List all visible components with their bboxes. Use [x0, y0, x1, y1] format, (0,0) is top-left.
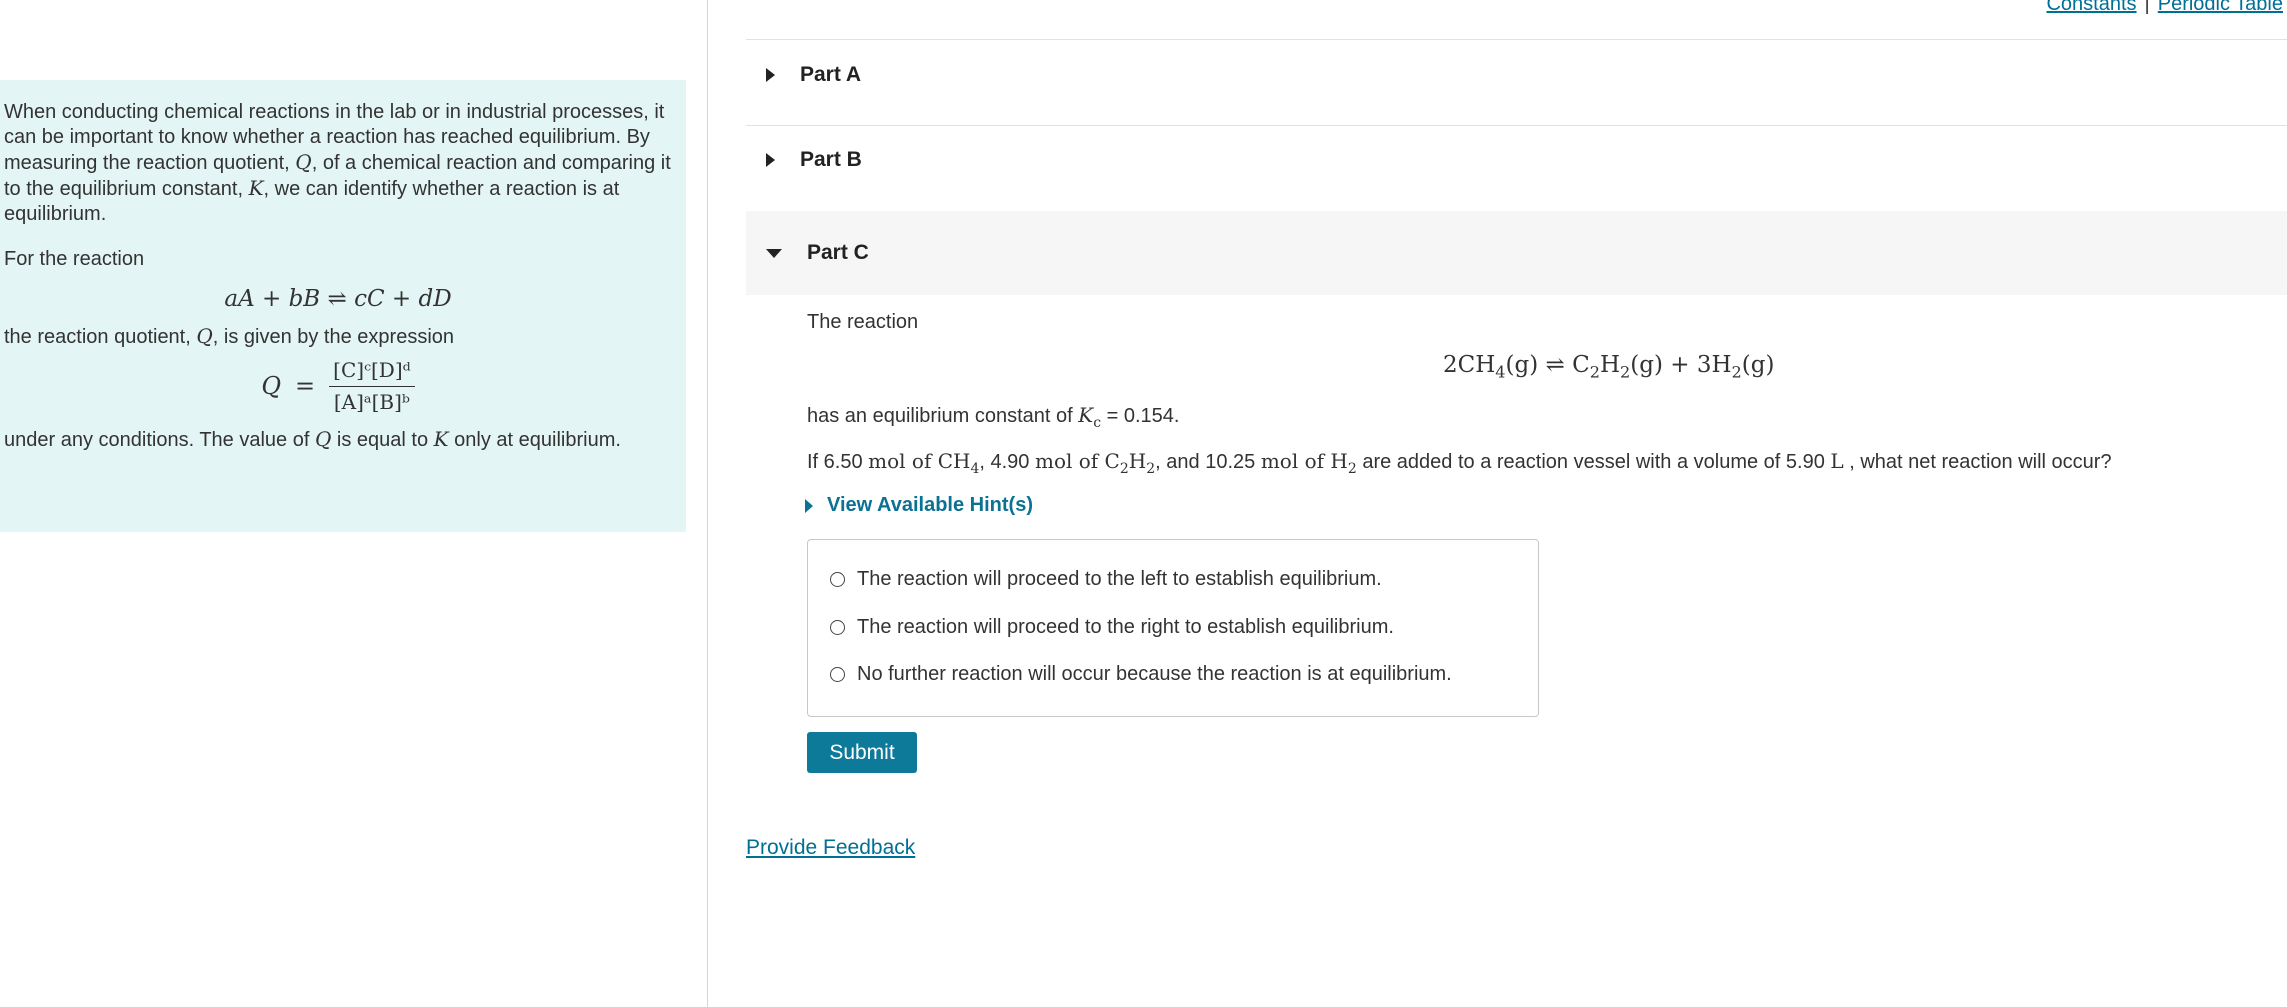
periodic-table-link[interactable]: Periodic Table [2158, 0, 2283, 15]
for-reaction-text: For the reaction [4, 248, 145, 270]
hint-label: View Available Hint(s) [827, 494, 1033, 516]
caret-right-icon [766, 68, 775, 82]
quotient-denominator: [A]ᵃ[B]ᵇ [333, 390, 410, 414]
reaction-equation: 2CH4(g) ⇌ C2H2(g) + 3H2(g) [1443, 352, 1775, 382]
pane-divider [707, 0, 708, 1007]
intro-panel: When conducting chemical reactions in th… [0, 80, 686, 532]
caret-down-icon [766, 248, 782, 258]
constants-link[interactable]: Constants [2046, 0, 2136, 15]
quotient-text: the reaction quotient, Q, is given by th… [4, 324, 455, 348]
part-c-header[interactable]: Part C [746, 211, 2287, 295]
option-label: The reaction will proceed to the left to… [857, 568, 1382, 590]
submit-button[interactable]: Submit [807, 732, 917, 773]
part-a-header[interactable]: Part A [746, 33, 2287, 117]
equilibrium-constant-text: has an equilibrium constant of Kc = 0.15… [807, 403, 1180, 431]
top-links: Constants | Periodic Table [2046, 0, 2283, 16]
part-c-label: Part C [807, 241, 869, 264]
caret-right-icon [766, 153, 775, 167]
equilibrium-text: under any conditions. The value of Q is … [4, 427, 621, 451]
radio-button[interactable] [830, 620, 845, 635]
view-hints-toggle[interactable]: View Available Hint(s) [805, 494, 1033, 517]
option-label: The reaction will proceed to the right t… [857, 616, 1394, 638]
part-a-label: Part A [800, 63, 862, 86]
quotient-numerator: [C]ᶜ[D]ᵈ [329, 358, 415, 387]
quotient-expression: Q = [C]ᶜ[D]ᵈ [A]ᵃ[B]ᵇ [4, 358, 672, 415]
option-proceed-left[interactable]: The reaction will proceed to the left to… [830, 568, 1382, 591]
radio-button[interactable] [830, 572, 845, 587]
option-proceed-right[interactable]: The reaction will proceed to the right t… [830, 616, 1394, 639]
caret-right-icon [805, 498, 813, 513]
provide-feedback-link[interactable]: Provide Feedback [746, 836, 915, 860]
reaction-intro: The reaction [807, 311, 919, 333]
general-reaction-equation: aA + bB ⇌ cC + dD [224, 286, 452, 312]
radio-button[interactable] [830, 667, 845, 682]
option-label: No further reaction will occur because t… [857, 663, 1452, 685]
intro-paragraph: When conducting chemical reactions in th… [4, 101, 671, 225]
part-b-label: Part B [800, 148, 862, 171]
question-text: If 6.50 mol of CH4, 4.90 mol of C2H2, an… [807, 449, 2112, 477]
part-b-header[interactable]: Part B [746, 118, 2287, 202]
answer-options: The reaction will proceed to the left to… [807, 539, 1539, 717]
option-at-equilibrium[interactable]: No further reaction will occur because t… [830, 663, 1452, 686]
